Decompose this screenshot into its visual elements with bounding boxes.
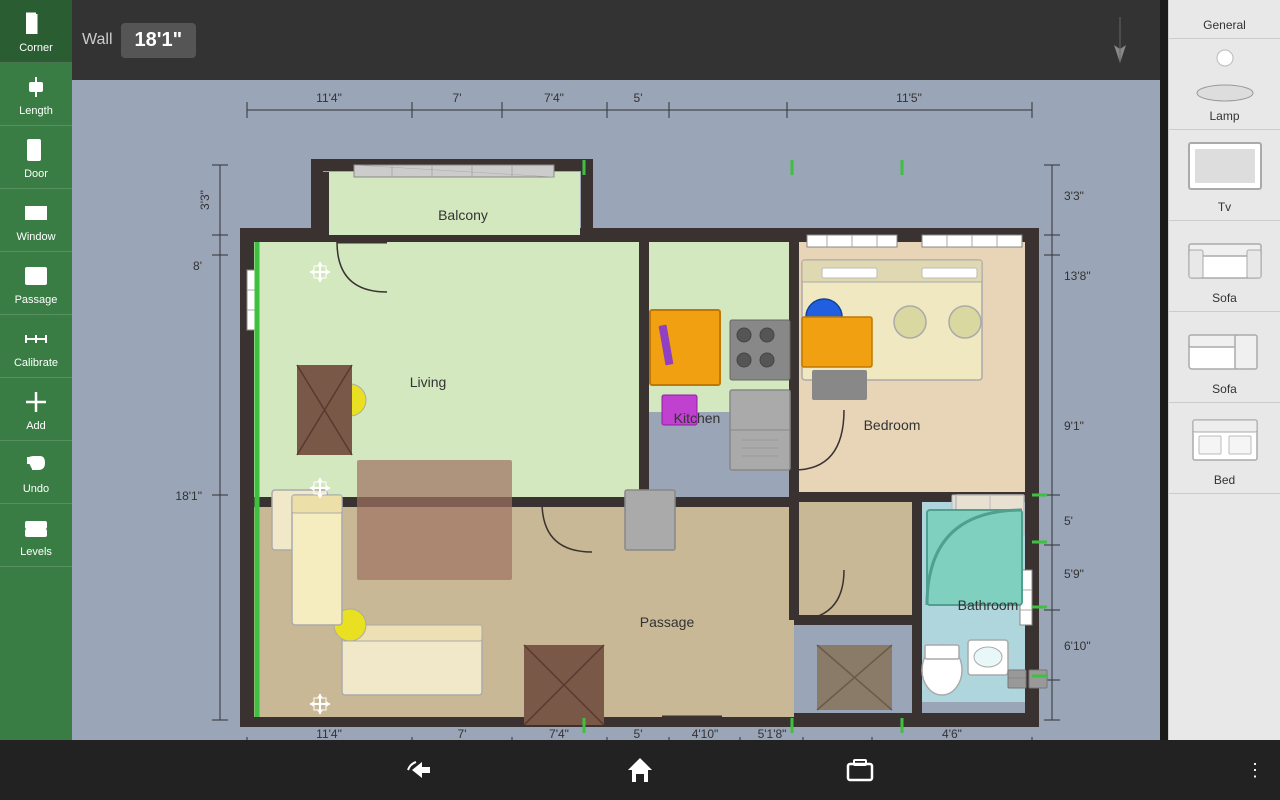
svg-text:13'8": 13'8" bbox=[1064, 269, 1091, 283]
undo-icon bbox=[20, 449, 52, 481]
bed-label: Bed bbox=[1214, 473, 1235, 487]
wall-label: Wall bbox=[82, 31, 113, 49]
lamp-label: Lamp bbox=[1209, 109, 1239, 123]
lamp-preview bbox=[1185, 45, 1265, 105]
kitchen-label: Kitchen bbox=[674, 410, 721, 426]
back-button[interactable] bbox=[400, 750, 440, 790]
left-toolbar: Corner Length Door Window Passage Calibr… bbox=[0, 0, 72, 740]
tv-preview bbox=[1185, 136, 1265, 196]
svg-text:5': 5' bbox=[634, 727, 643, 740]
floor-plan-svg: 11'4" 7' 7'4" 5' 11'5" 3'3" 8' 18'1" 3'3… bbox=[72, 80, 1160, 740]
add-label: Add bbox=[26, 420, 46, 432]
furniture-lamp[interactable]: Lamp bbox=[1169, 39, 1280, 130]
living-label: Living bbox=[410, 374, 447, 390]
passage-label: Passage bbox=[640, 614, 695, 630]
door-icon bbox=[20, 134, 52, 166]
sofa2-preview bbox=[1185, 318, 1265, 378]
corner-label: Corner bbox=[19, 42, 53, 54]
wall-value: 18'1" bbox=[121, 23, 197, 58]
svg-text:9'1": 9'1" bbox=[1064, 419, 1084, 433]
passage-label: Passage bbox=[15, 294, 58, 306]
add-icon bbox=[20, 386, 52, 418]
svg-text:4'10": 4'10" bbox=[692, 727, 719, 740]
bottom-bar: ⋮ bbox=[0, 740, 1280, 800]
passage-icon bbox=[20, 260, 52, 292]
tv-label: Tv bbox=[1218, 200, 1231, 214]
corner-tool[interactable]: Corner bbox=[0, 0, 72, 63]
compass bbox=[1100, 15, 1140, 65]
corner-icon bbox=[20, 8, 52, 40]
calibrate-label: Calibrate bbox=[14, 357, 58, 369]
svg-text:4'6": 4'6" bbox=[942, 727, 962, 740]
length-label: Length bbox=[19, 105, 53, 117]
svg-text:8': 8' bbox=[193, 259, 202, 273]
svg-text:3'3": 3'3" bbox=[198, 190, 212, 210]
passage-tool[interactable]: Passage bbox=[0, 252, 72, 315]
length-tool[interactable]: Length bbox=[0, 63, 72, 126]
svg-text:7': 7' bbox=[458, 727, 467, 740]
furniture-bed[interactable]: Bed bbox=[1169, 403, 1280, 494]
undo-label: Undo bbox=[23, 483, 49, 495]
window-icon bbox=[20, 197, 52, 229]
sofa2-label: Sofa bbox=[1212, 382, 1237, 396]
calibrate-tool[interactable]: Calibrate bbox=[0, 315, 72, 378]
calibrate-icon bbox=[20, 323, 52, 355]
more-button[interactable]: ⋮ bbox=[1246, 760, 1264, 781]
general-label: General bbox=[1203, 18, 1246, 32]
bedroom-label: Bedroom bbox=[864, 417, 921, 433]
window-label: Window bbox=[16, 231, 55, 243]
canvas-area[interactable]: 11'4" 7' 7'4" 5' 11'5" 3'3" 8' 18'1" 3'3… bbox=[72, 80, 1160, 740]
bathroom-label: Bathroom bbox=[958, 597, 1019, 613]
top-bar: Wall 18'1" bbox=[72, 0, 1160, 80]
undo-tool[interactable]: Undo bbox=[0, 441, 72, 504]
svg-text:5': 5' bbox=[634, 91, 643, 105]
add-tool[interactable]: Add bbox=[0, 378, 72, 441]
right-panel: General Lamp Tv Sofa bbox=[1168, 0, 1280, 740]
svg-text:11'4": 11'4" bbox=[316, 727, 342, 740]
svg-text:11'5": 11'5" bbox=[896, 91, 922, 105]
furniture-sofa2[interactable]: Sofa bbox=[1169, 312, 1280, 403]
balcony-label: Balcony bbox=[438, 207, 488, 223]
furniture-tv[interactable]: Tv bbox=[1169, 130, 1280, 221]
home-button[interactable] bbox=[620, 750, 660, 790]
bed-preview bbox=[1185, 409, 1265, 469]
furniture-general: General bbox=[1169, 8, 1280, 39]
svg-text:6'10": 6'10" bbox=[1064, 639, 1091, 653]
length-icon bbox=[20, 71, 52, 103]
svg-text:5'1'8": 5'1'8" bbox=[758, 727, 787, 740]
sofa1-preview bbox=[1185, 227, 1265, 287]
svg-text:18'1": 18'1" bbox=[175, 489, 202, 503]
svg-text:5'9": 5'9" bbox=[1064, 567, 1084, 581]
levels-label: Levels bbox=[20, 546, 52, 558]
recents-button[interactable] bbox=[840, 750, 880, 790]
window-tool[interactable]: Window bbox=[0, 189, 72, 252]
svg-text:7'4": 7'4" bbox=[549, 727, 569, 740]
levels-icon bbox=[20, 512, 52, 544]
svg-text:5': 5' bbox=[1064, 514, 1073, 528]
svg-text:7'4": 7'4" bbox=[544, 91, 564, 105]
levels-tool[interactable]: Levels bbox=[0, 504, 72, 567]
svg-text:3'3": 3'3" bbox=[1064, 189, 1084, 203]
svg-text:11'4": 11'4" bbox=[316, 91, 342, 105]
svg-text:7': 7' bbox=[453, 91, 462, 105]
sofa1-label: Sofa bbox=[1212, 291, 1237, 305]
door-tool[interactable]: Door bbox=[0, 126, 72, 189]
door-label: Door bbox=[24, 168, 48, 180]
furniture-sofa1[interactable]: Sofa bbox=[1169, 221, 1280, 312]
